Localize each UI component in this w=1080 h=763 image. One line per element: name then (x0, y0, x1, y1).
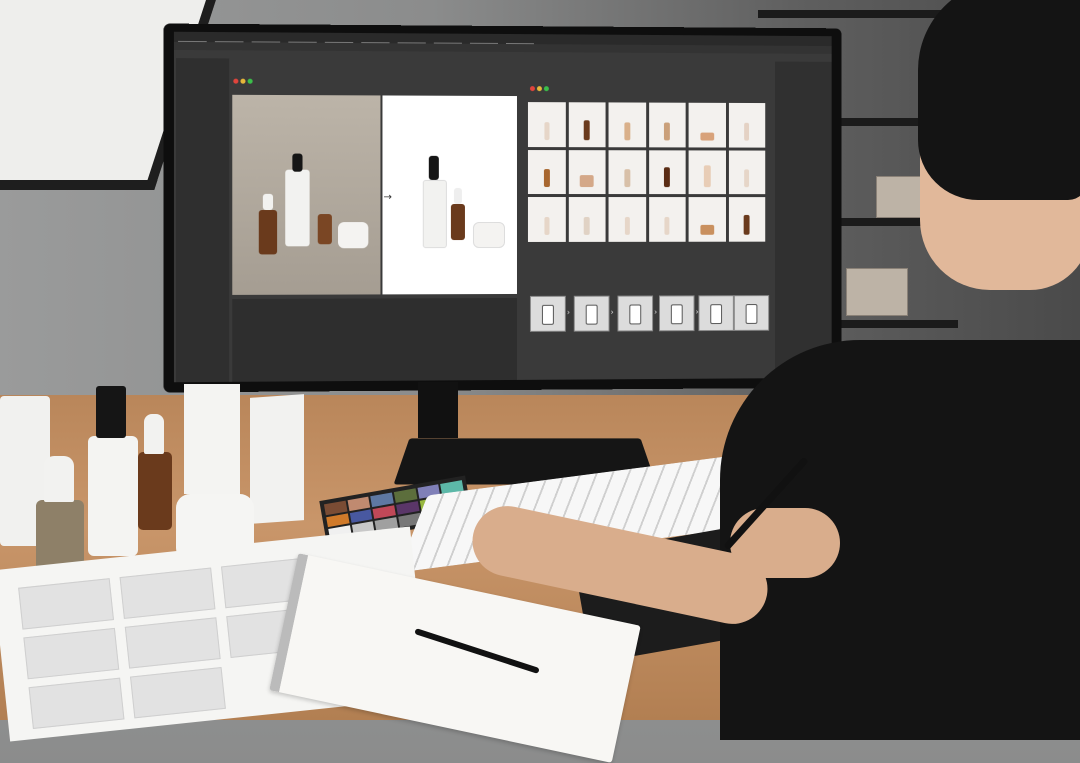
close-dot[interactable] (530, 86, 535, 91)
before-image[interactable] (232, 95, 380, 295)
thumbnail[interactable] (568, 150, 605, 195)
workflow-arrow: › (567, 308, 573, 317)
workflow-step[interactable] (698, 295, 733, 331)
monitor-stand (418, 382, 458, 438)
minimize-dot[interactable] (537, 86, 542, 91)
document-window-controls[interactable] (233, 69, 254, 88)
monitor: → › › › › (164, 24, 842, 393)
before-after-arrow: → (383, 192, 391, 203)
after-image[interactable] (382, 95, 517, 294)
thumbnail[interactable] (528, 102, 565, 147)
thumbnail[interactable] (609, 102, 646, 147)
person-hair (918, 0, 1080, 200)
thumbnail[interactable] (689, 103, 726, 147)
zoom-dot[interactable] (544, 86, 549, 91)
batch-window-controls[interactable] (530, 76, 551, 95)
thumbnail[interactable] (728, 197, 765, 241)
amber-dropper-bottle (138, 452, 172, 530)
dropper-cap (44, 456, 74, 502)
thumbnail[interactable] (728, 150, 765, 194)
workflow-step[interactable] (530, 296, 566, 332)
minimize-dot[interactable] (240, 79, 245, 84)
thumbnail[interactable] (728, 103, 765, 147)
thumbnail[interactable] (609, 197, 646, 241)
layers-panel[interactable] (176, 58, 229, 382)
editing-app-screen: → › › › › (174, 32, 832, 382)
zoom-dot[interactable] (248, 79, 253, 84)
product-box (250, 394, 304, 524)
thumbnail[interactable] (649, 197, 686, 241)
properties-panel[interactable] (775, 62, 832, 379)
thumbnail[interactable] (528, 197, 565, 242)
thumbnail[interactable] (609, 150, 646, 195)
timeline-panel[interactable] (232, 298, 517, 382)
thumbnail[interactable] (568, 197, 605, 242)
thumbnail[interactable] (689, 150, 726, 194)
pump-bottle (88, 436, 138, 556)
pump-cap (96, 386, 126, 438)
workflow-step[interactable] (617, 296, 653, 332)
workflow-steps[interactable]: › › › › › (530, 295, 767, 330)
close-dot[interactable] (233, 79, 238, 84)
workflow-arrow: › (611, 308, 617, 317)
thumbnail[interactable] (528, 150, 565, 195)
product-box (184, 384, 240, 494)
thumbnail[interactable] (649, 150, 686, 194)
workflow-step[interactable] (574, 296, 610, 332)
batch-thumbnail-grid[interactable] (528, 102, 765, 242)
workflow-step[interactable] (734, 295, 769, 331)
dropper-cap (144, 414, 164, 454)
thumbnail[interactable] (649, 103, 686, 147)
thumbnail[interactable] (568, 102, 605, 147)
thumbnail[interactable] (689, 197, 726, 241)
workflow-step[interactable] (659, 295, 695, 331)
